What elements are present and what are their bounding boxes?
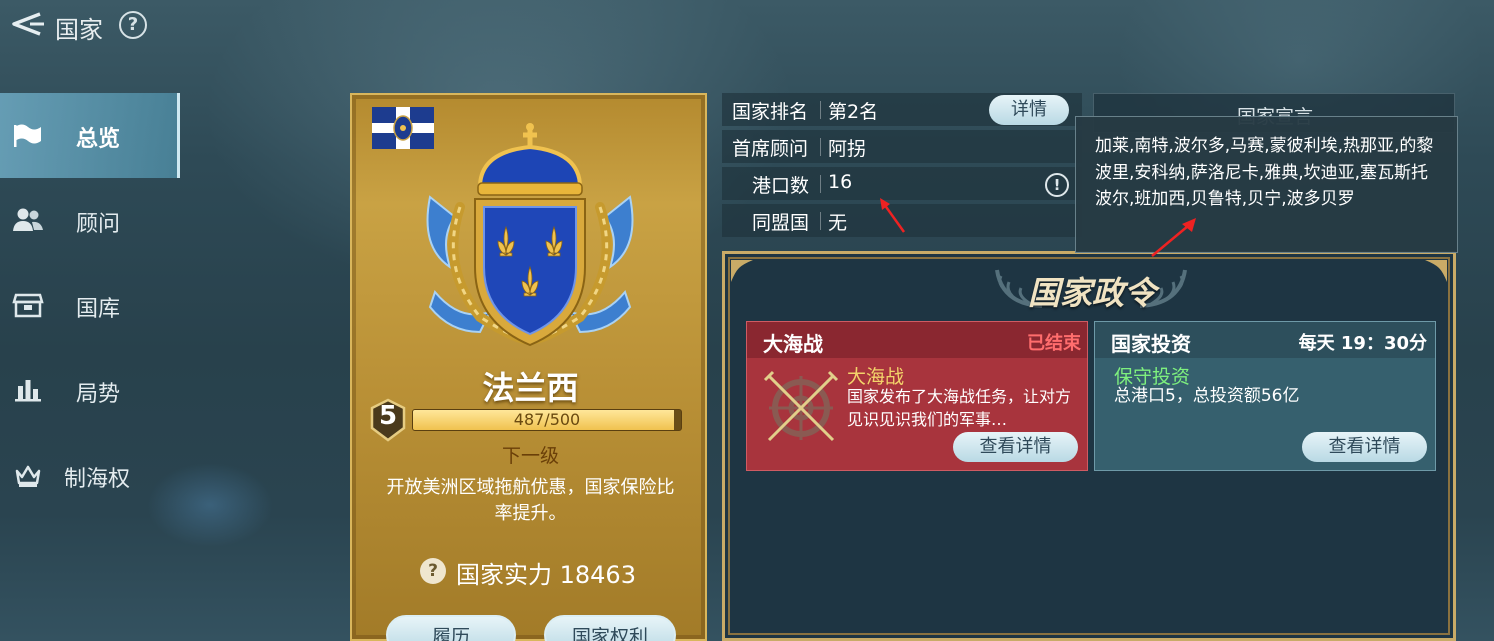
sidebar-item-label: 国库 [76,297,121,322]
ports-tooltip: 加莱,南特,波尔多,马赛,蒙彼利埃,热那亚,的黎波里,安科纳,萨洛尼卡,雅典,坎… [1075,116,1458,253]
nation-card: 法兰西 5 487/500 下一级 开放美洲区域拖航优惠，国家保险比率提升。 ?… [350,93,707,641]
sidebar-item-treasury[interactable]: 国库 [0,263,180,348]
page-title: 国家 [55,16,103,44]
rank-value: 第2名 [828,101,879,123]
treasury-icon [12,293,44,318]
top-bar: 国家 ? [0,0,300,50]
sidebar: 总览 顾问 国库 局势 制海权 [0,93,180,518]
advisor-label: 首席顾问 [732,138,809,160]
sidebar-item-overview[interactable]: 总览 [0,93,180,178]
status-badge: 已结束 [1027,333,1081,354]
sidebar-item-advisors[interactable]: 顾问 [0,178,180,263]
sidebar-item-label: 制海权 [64,467,131,492]
red-arrow-annotation [1151,218,1196,257]
card-title: 大海战 [763,332,823,356]
ports-tooltip-text: 加莱,南特,波尔多,马赛,蒙彼利埃,热那亚,的黎波里,安科纳,萨洛尼卡,雅典,坎… [1095,136,1434,209]
ally-label: 同盟国 [752,212,810,234]
card-schedule: 每天 19：30分 [1298,333,1427,354]
ports-label: 港口数 [752,175,810,197]
crown-icon [15,465,41,487]
next-level-label: 下一级 [501,445,559,467]
separator [820,212,821,230]
rank-label: 国家排名 [732,101,809,123]
card-description: 总港口5，总投资额56亿 [1114,386,1300,406]
separator [820,101,821,119]
advisor-row: 首席顾问 阿拐 [722,130,1082,163]
decrees-panel: 国家政令 大海战 已结束 大海战 国家发布了大海战任务，让对方见识见识我们的军事… [722,251,1456,641]
flag-icon [14,124,41,147]
rank-detail-button[interactable]: 详情 [989,95,1069,125]
exp-progress-text: 487/500 [513,410,581,429]
ally-value: 无 [828,212,848,234]
nation-power: 国家实力 18463 [456,561,636,589]
next-level-description: 开放美洲区域拖航优惠，国家保险比率提升。 [386,477,675,524]
ports-value: 16 [828,171,853,193]
bar-chart-icon [15,380,41,402]
card-header: 大海战 已结束 [747,322,1087,358]
help-icon[interactable]: ? [119,11,147,39]
card-description: 国家发布了大海战任务，让对方见识见识我们的军事… [847,387,1072,429]
history-button[interactable]: 履历 [386,615,516,641]
level-number: 5 [378,401,398,431]
sidebar-item-situation[interactable]: 局势 [0,348,180,433]
nation-crest-icon [426,123,634,347]
decrees-title: 国家政令 [1027,274,1156,312]
sidebar-item-sea-control[interactable]: 制海权 [0,433,180,518]
investment-card[interactable]: 国家投资 每天 19：30分 保守投资 总港口5，总投资额56亿 查看详情 [1094,321,1436,471]
ports-info-icon[interactable]: ! [1045,173,1069,197]
separator [820,175,821,193]
advisor-value: 阿拐 [828,138,867,160]
sidebar-item-label: 总览 [76,127,121,152]
power-help-icon[interactable]: ? [420,558,446,584]
card-header: 国家投资 每天 19：30分 [1095,322,1435,358]
people-icon [13,208,43,231]
sidebar-item-label: 局势 [76,382,121,407]
crossed-swords-icon [763,370,839,442]
view-details-button[interactable]: 查看详情 [953,432,1078,462]
sidebar-item-label: 顾问 [76,212,121,237]
back-arrow-icon[interactable] [6,8,46,40]
view-details-button[interactable]: 查看详情 [1302,432,1427,462]
card-title: 国家投资 [1111,332,1191,356]
naval-battle-card[interactable]: 大海战 已结束 大海战 国家发布了大海战任务，让对方见识见识我们的军事… 查看详… [746,321,1088,471]
nation-rights-button[interactable]: 国家权利 [544,615,676,641]
separator [820,138,821,156]
red-arrow-annotation [880,198,906,233]
